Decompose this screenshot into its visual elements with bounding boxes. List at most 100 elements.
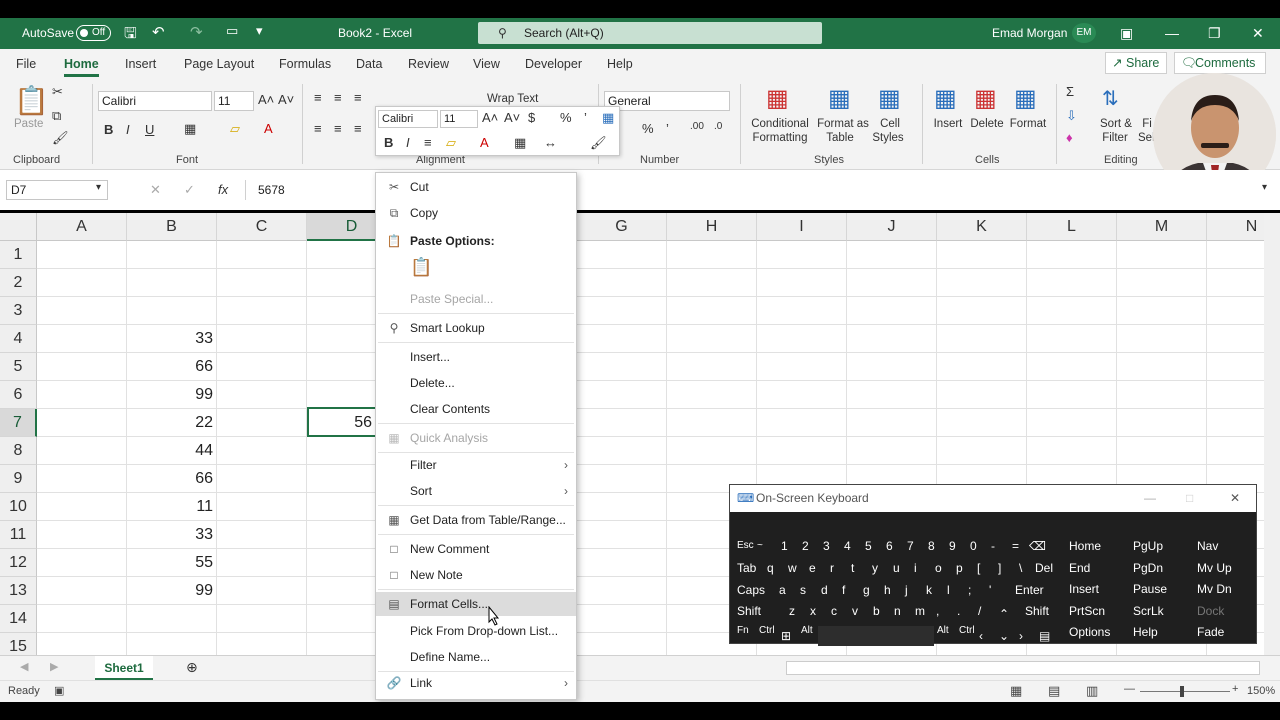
decrease-decimal-icon[interactable]: .0	[714, 121, 722, 132]
paste-icon[interactable]: 📋	[14, 84, 49, 117]
column-header-a[interactable]: A	[37, 213, 127, 241]
menu-get-data[interactable]: ▦ Get Data from Table/Range...	[376, 508, 576, 532]
align-left-icon[interactable]: ≡	[314, 121, 322, 136]
osk-key-dock[interactable]: Dock	[1194, 601, 1224, 621]
menu-sort[interactable]: Sort ›	[376, 479, 576, 503]
osk-key[interactable]: x	[807, 601, 816, 621]
osk-key-home[interactable]: Home	[1066, 536, 1101, 556]
osk-key[interactable]: Ctrl	[756, 621, 775, 641]
mini-bold-icon[interactable]: B	[384, 135, 393, 150]
column-header-k[interactable]: K	[937, 213, 1027, 241]
osk-key[interactable]: j	[902, 580, 908, 600]
mini-font-size[interactable]: 11	[440, 110, 478, 128]
redo-icon[interactable]: ↷	[190, 23, 203, 41]
cell-b11[interactable]: 33	[127, 521, 217, 549]
format-cells-icon[interactable]: ▦	[1014, 84, 1037, 113]
menu-cut[interactable]: ✂ Cut	[376, 175, 576, 199]
osk-key[interactable]: Ctrl	[956, 621, 975, 641]
osk-key-left-icon[interactable]: ‹	[976, 626, 983, 646]
column-header-j[interactable]: J	[847, 213, 937, 241]
row-header-1[interactable]: 1	[0, 241, 37, 269]
tab-page-layout[interactable]: Page Layout	[184, 57, 254, 71]
zoom-in-icon[interactable]: +	[1232, 683, 1238, 695]
osk-key[interactable]: 2	[799, 536, 809, 556]
zoom-slider[interactable]	[1140, 691, 1230, 692]
osk-key-options[interactable]: Options	[1066, 622, 1110, 642]
cell-b4[interactable]: 33	[127, 325, 217, 353]
osk-key[interactable]: \	[1016, 558, 1022, 578]
sort-label[interactable]: Sort &	[1098, 117, 1134, 131]
osk-key[interactable]: c	[828, 601, 837, 621]
format-cells-button[interactable]: Format	[1008, 117, 1048, 131]
zoom-slider-thumb[interactable]	[1180, 686, 1184, 697]
osk-key-esc[interactable]: Esc	[734, 536, 754, 556]
osk-key-fade[interactable]: Fade	[1194, 622, 1224, 642]
osk-key[interactable]: Alt	[798, 621, 813, 641]
number-format-box[interactable]: General	[604, 91, 730, 111]
osk-key-mv-up[interactable]: Mv Up	[1194, 558, 1232, 578]
mini-decrease-font-icon[interactable]: A˅	[504, 110, 520, 125]
mini-comma-icon[interactable]: ’	[584, 110, 587, 125]
zoom-out-icon[interactable]: —	[1124, 683, 1135, 695]
osk-key[interactable]: Shift	[734, 601, 761, 621]
autosave-toggle[interactable]: Off	[76, 25, 111, 41]
row-header-3[interactable]: 3	[0, 297, 37, 325]
name-box-dropdown-icon[interactable]: ▾	[96, 182, 101, 193]
osk-key[interactable]: 0	[967, 536, 977, 556]
osk-key[interactable]: 4	[841, 536, 851, 556]
close-icon[interactable]: ✕	[1252, 25, 1264, 42]
font-name-box[interactable]: Calibri	[98, 91, 212, 111]
cell-d7[interactable]: 56	[308, 409, 376, 437]
styles-button-label[interactable]: Styles	[868, 131, 908, 145]
cancel-entry-icon[interactable]: ✕	[150, 182, 161, 198]
mini-percent-icon[interactable]: %	[560, 110, 572, 125]
mini-increase-font-icon[interactable]: A˄	[482, 110, 498, 125]
table-label[interactable]: Table	[820, 131, 860, 145]
column-header-b[interactable]: B	[127, 213, 217, 241]
user-name[interactable]: Emad Morgan	[992, 26, 1067, 40]
menu-define-name[interactable]: Define Name...	[376, 645, 576, 669]
menu-insert[interactable]: Insert...	[376, 345, 576, 369]
cut-icon[interactable]: ✂	[52, 84, 63, 100]
minimize-icon[interactable]: —	[1165, 25, 1179, 41]
osk-key[interactable]: ,	[933, 601, 939, 621]
confirm-entry-icon[interactable]: ✓	[184, 182, 195, 198]
share-button[interactable]: ↗ Share	[1105, 52, 1167, 74]
osk-key[interactable]: n	[891, 601, 901, 621]
paste-option-icon[interactable]: 📋	[410, 257, 432, 281]
next-sheet-icon[interactable]: ▶	[50, 660, 58, 673]
osk-key[interactable]: .	[954, 601, 960, 621]
mini-format-table-icon[interactable]: ▦	[602, 110, 614, 126]
row-header-5[interactable]: 5	[0, 353, 37, 381]
filter-label[interactable]: Filter	[1098, 131, 1132, 145]
delete-cells-icon[interactable]: ▦	[974, 84, 997, 113]
percent-icon[interactable]: %	[642, 121, 654, 136]
font-color-icon[interactable]: A	[264, 121, 273, 136]
osk-key-scrlk[interactable]: ScrLk	[1130, 601, 1164, 621]
bold-icon[interactable]: B	[104, 122, 113, 137]
mini-borders-icon[interactable]: ▦	[514, 135, 526, 151]
osk-key[interactable]: Alt	[934, 621, 949, 641]
row-header-10[interactable]: 10	[0, 493, 37, 521]
cell-b8[interactable]: 44	[127, 437, 217, 465]
menu-format-cells[interactable]: ▤ Format Cells...	[376, 592, 576, 616]
osk-key[interactable]: k	[923, 580, 932, 600]
sort-filter-icon[interactable]: ⇅	[1102, 86, 1119, 111]
row-header-15[interactable]: 15	[0, 633, 37, 655]
column-header-i[interactable]: I	[757, 213, 847, 241]
horizontal-scrollbar[interactable]	[786, 661, 1260, 675]
osk-key[interactable]: o	[932, 558, 942, 578]
osk-key[interactable]: ]	[995, 558, 1001, 578]
insert-function-icon[interactable]: fx	[218, 182, 228, 197]
undo-icon[interactable]: ↶	[152, 23, 165, 41]
tab-review[interactable]: Review	[408, 57, 449, 71]
name-box[interactable]: D7	[6, 180, 108, 200]
select-label[interactable]: Sel	[1138, 131, 1155, 145]
customize-qat-icon[interactable]: ▾	[256, 23, 263, 39]
format-as-label[interactable]: Format as	[816, 117, 870, 131]
row-header-12[interactable]: 12	[0, 549, 37, 577]
osk-key[interactable]: q	[764, 558, 774, 578]
osk-key[interactable]: t	[848, 558, 854, 578]
wrap-text-button[interactable]: Wrap Text	[487, 92, 538, 106]
menu-smart-lookup[interactable]: ⚲ Smart Lookup	[376, 316, 576, 340]
